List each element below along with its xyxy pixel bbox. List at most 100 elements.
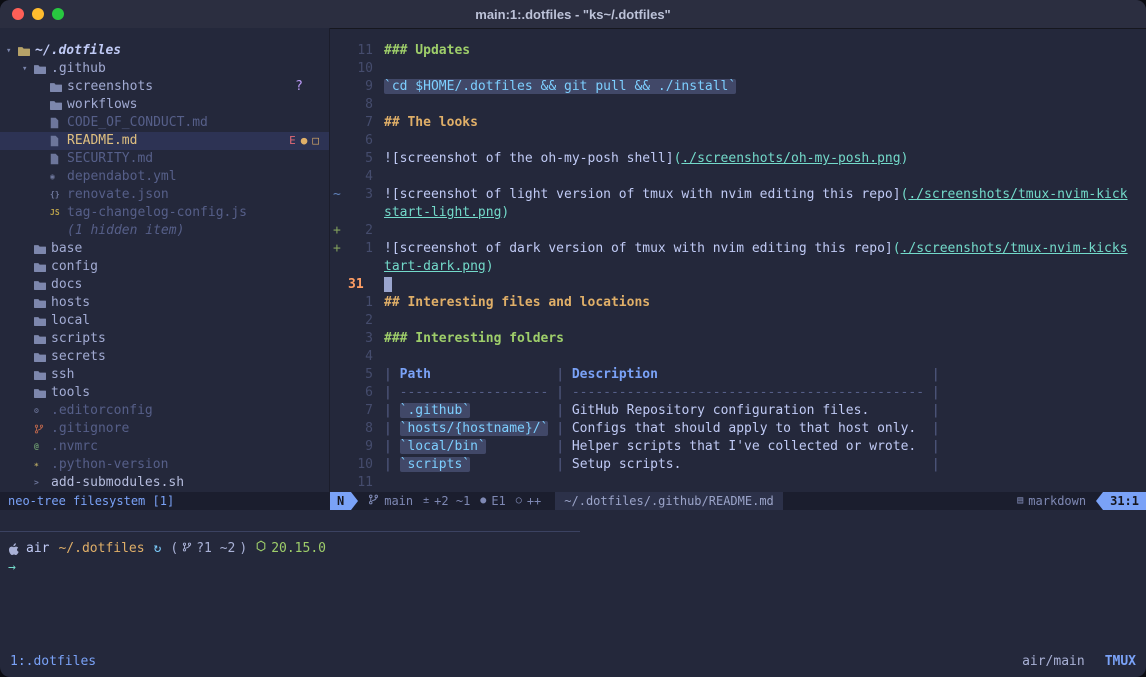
text-segment: ## The looks	[384, 115, 478, 130]
tree-item-renovate-json[interactable]: {}renovate.json	[0, 186, 329, 204]
sign-column	[330, 168, 346, 186]
git-sign: ~	[330, 186, 346, 204]
javascript-icon: JS	[50, 204, 67, 222]
git-paren-close: )	[239, 540, 247, 558]
tree-item-security-md[interactable]: SECURITY.md	[0, 150, 329, 168]
apple-icon	[8, 543, 19, 556]
git-diff-segment: ± +2 ~1	[423, 492, 470, 510]
sign-column	[330, 330, 346, 348]
tree-item-workflows[interactable]: workflows	[0, 96, 329, 114]
text-segment	[470, 403, 548, 418]
tree-item-label: SECURITY.md	[67, 150, 153, 168]
editor-line[interactable]: ~3![screenshot of light version of tmux …	[330, 186, 1146, 204]
editor-line[interactable]: 2	[330, 312, 1146, 330]
expander-icon[interactable]: ▾	[6, 42, 18, 60]
tree-item-gitignore[interactable]: .gitignore	[0, 420, 329, 438]
editor-line[interactable]: start-light.png)	[330, 204, 1146, 222]
sign-column	[330, 384, 346, 402]
close-button[interactable]	[12, 8, 24, 20]
editor-line[interactable]: +1![screenshot of dark version of tmux w…	[330, 240, 1146, 258]
text-segment: |	[384, 457, 400, 472]
editor-line[interactable]: 11	[330, 474, 1146, 492]
tree-item-config[interactable]: config	[0, 258, 329, 276]
line-number: 1	[346, 240, 373, 258]
tree-item-readme-md[interactable]: README.mdE●□	[0, 132, 329, 150]
tree-item-1-hidden-item[interactable]: (1 hidden item)	[0, 222, 329, 240]
tree-item-screenshots[interactable]: screenshots?	[0, 78, 329, 96]
text-segment: |	[548, 367, 571, 382]
editor-line[interactable]: 31	[330, 276, 1146, 294]
tree-item-secrets[interactable]: secrets	[0, 348, 329, 366]
minimize-button[interactable]	[32, 8, 44, 20]
tree-item-label: ssh	[51, 366, 74, 384]
status-circle-icon: ○	[516, 492, 522, 510]
editor-line[interactable]: 9| `local/bin` | Helper scripts that I'v…	[330, 438, 1146, 456]
editor-line[interactable]: 6	[330, 132, 1146, 150]
tree-item-dependabot-yml[interactable]: ◉dependabot.yml	[0, 168, 329, 186]
tmux-window-tab[interactable]: 1:.dotfiles	[10, 653, 96, 671]
prompt-input-arrow[interactable]: →	[8, 559, 16, 577]
tree-item-code-of-conduct-md[interactable]: CODE_OF_CONDUCT.md	[0, 114, 329, 132]
tree-item-local[interactable]: local	[0, 312, 329, 330]
text-segment: ./screenshots/oh-my-posh.png	[681, 151, 900, 166]
tree-item-label: config	[51, 258, 98, 276]
diff-counts: +2 ~1	[434, 492, 470, 510]
tree-item-base[interactable]: base	[0, 240, 329, 258]
editor-buffer[interactable]: 11### Updates109`cd $HOME/.dotfiles && g…	[330, 28, 1146, 492]
tree-item-python-version[interactable]: ∗.python-version	[0, 456, 329, 474]
line-content: ## The looks	[384, 114, 478, 132]
tree-item-ssh[interactable]: ssh	[0, 366, 329, 384]
neo-tree-sidebar: ▾~/.dotfiles▾ .githubscreenshots?workflow…	[0, 28, 330, 492]
tree-item-docs[interactable]: docs	[0, 276, 329, 294]
tree-item-dotfiles[interactable]: ▾~/.dotfiles	[0, 42, 329, 60]
editor-line[interactable]: 3### Interesting folders	[330, 330, 1146, 348]
editor-line[interactable]: 8 | `hosts/{hostname}/` | Configs that sh…	[330, 420, 1146, 438]
line-content: ![screenshot of dark version of tmux wit…	[384, 240, 1128, 258]
editor-line[interactable]: 4	[330, 168, 1146, 186]
tree-item-nvmrc[interactable]: @.nvmrc	[0, 438, 329, 456]
text-segment: |	[548, 421, 571, 436]
editor-line[interactable]: tart-dark.png)	[330, 258, 1146, 276]
tree-item-label: .github	[51, 60, 106, 78]
editor-line[interactable]: 11### Updates	[330, 42, 1146, 60]
text-segment	[431, 367, 548, 382]
extra-status-segment: ○ ++	[516, 492, 541, 510]
status-indicator-icon: ●	[301, 132, 308, 150]
editor-line[interactable]: 7| `.github` | GitHub Repository configu…	[330, 402, 1146, 420]
line-content: | `hosts/{hostname}/` | Configs that sho…	[384, 420, 940, 438]
line-number: 8	[346, 420, 373, 438]
git-paren-open: (	[170, 540, 178, 558]
editor-line[interactable]: 9`cd $HOME/.dotfiles && git pull && ./in…	[330, 78, 1146, 96]
tree-item-hosts[interactable]: hosts	[0, 294, 329, 312]
text-segment: Description	[572, 367, 658, 382]
editor-line[interactable]: 10	[330, 60, 1146, 78]
editor-line[interactable]: 5| Path | Description |	[330, 366, 1146, 384]
editor-line[interactable]: 4	[330, 348, 1146, 366]
editor-line[interactable]: 8	[330, 96, 1146, 114]
tree-item-editorconfig[interactable]: ⚙.editorconfig	[0, 402, 329, 420]
editor-line[interactable]: 5![screenshot of the oh-my-posh shell](.…	[330, 150, 1146, 168]
shell-pane[interactable]: air ~/.dotfiles ↻ ( ?1 ~2 ) 20.15.0 → 1:…	[0, 510, 1146, 677]
tree-item-tools[interactable]: tools	[0, 384, 329, 402]
tree-item-add-submodules-sh[interactable]: >add-submodules.sh	[0, 474, 329, 492]
nodejs-icon	[256, 540, 266, 558]
editor-line[interactable]: 7## The looks	[330, 114, 1146, 132]
line-number: 6	[346, 132, 373, 150]
tree-item-github[interactable]: ▾ .github	[0, 60, 329, 78]
tree-item-label: base	[51, 240, 82, 258]
text-segment: |	[924, 421, 940, 436]
text-segment: )	[486, 259, 494, 274]
text-segment: |	[548, 439, 571, 454]
powerline-separator-icon	[1096, 492, 1103, 510]
powerline-separator-icon	[351, 492, 358, 510]
editor-line[interactable]: 6| ------------------- | ---------------…	[330, 384, 1146, 402]
editor-line[interactable]: 1## Interesting files and locations	[330, 294, 1146, 312]
tree-item-scripts[interactable]: scripts	[0, 330, 329, 348]
tree-item-tag-changelog-config-js[interactable]: JStag-changelog-config.js	[0, 204, 329, 222]
editor-line[interactable]: 10| `scripts` | Setup scripts. |	[330, 456, 1146, 474]
zoom-button[interactable]	[52, 8, 64, 20]
editor-line[interactable]: +2	[330, 222, 1146, 240]
text-segment: |	[548, 457, 571, 472]
line-number: 2	[346, 312, 373, 330]
expander-icon[interactable]: ▾	[22, 60, 34, 78]
